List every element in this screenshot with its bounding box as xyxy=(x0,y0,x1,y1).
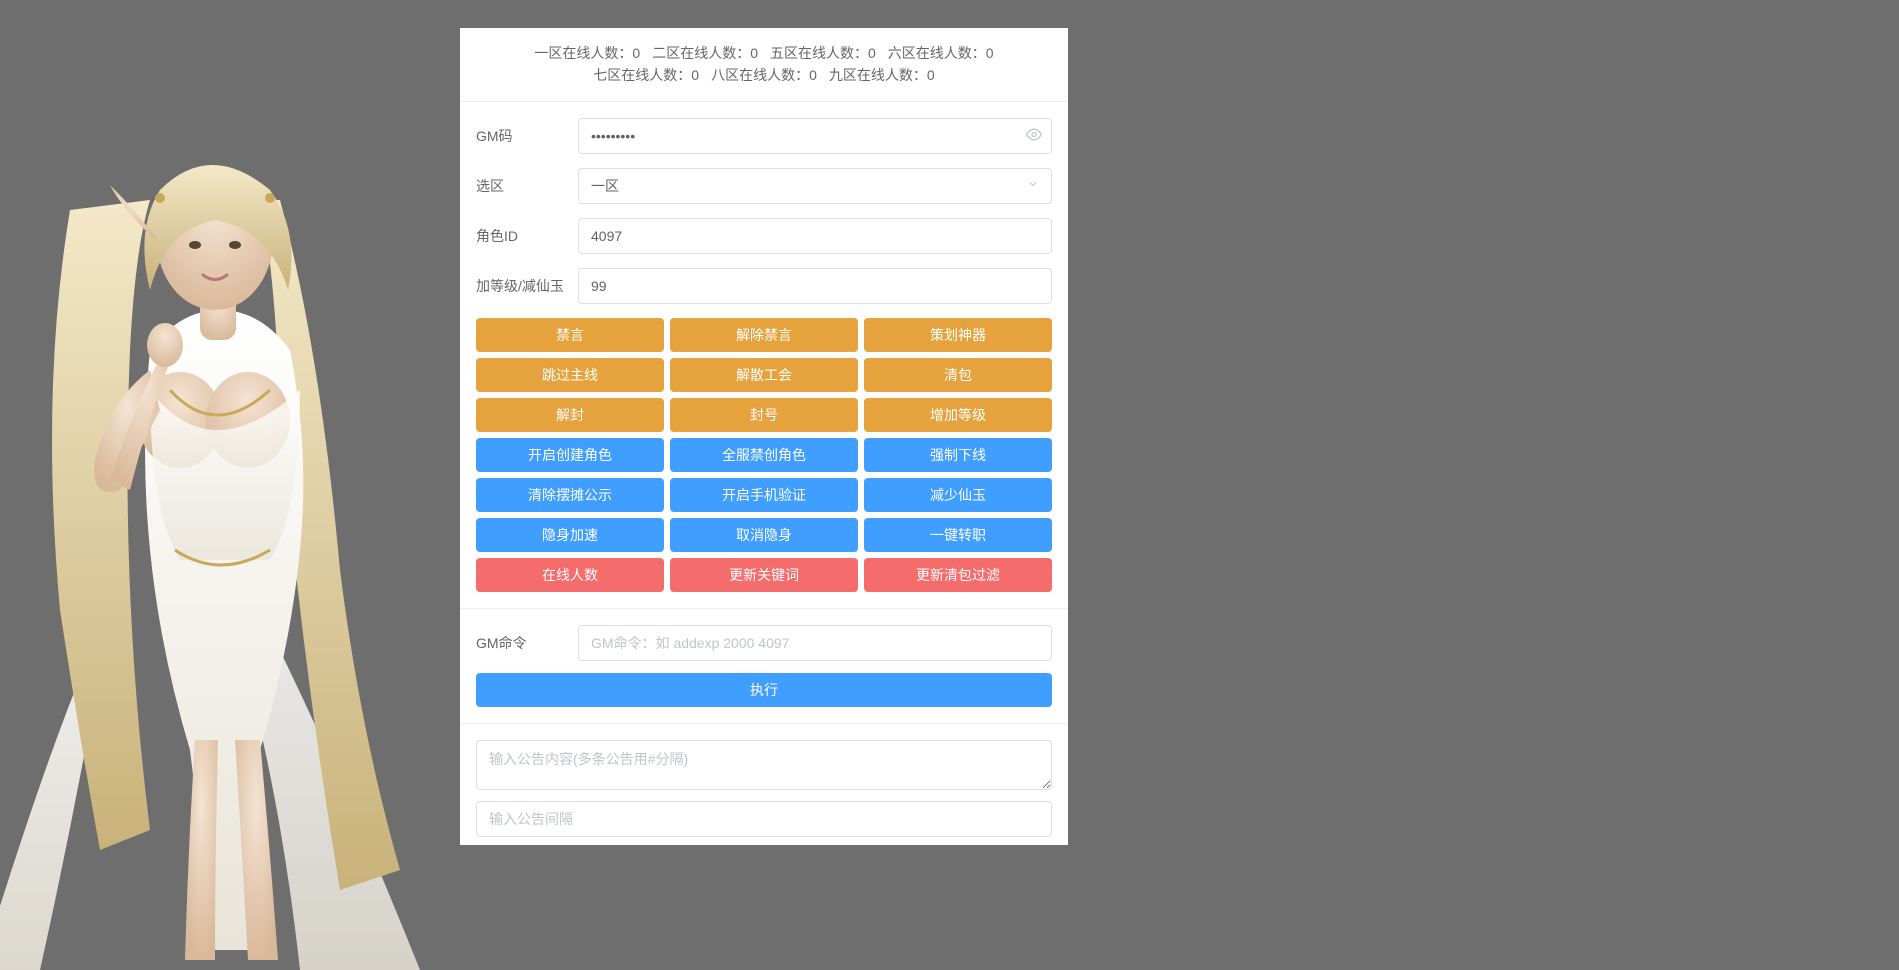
action-button[interactable]: 清包 xyxy=(864,358,1052,392)
action-button[interactable]: 取消隐身 xyxy=(670,518,858,552)
action-button[interactable]: 封号 xyxy=(670,398,858,432)
zone-select-value: 一区 xyxy=(591,176,619,196)
online-stat: 六区在线人数：0 xyxy=(888,42,994,64)
action-button[interactable]: 在线人数 xyxy=(476,558,664,592)
online-stat: 八区在线人数：0 xyxy=(711,64,817,86)
action-button[interactable]: 更新清包过滤 xyxy=(864,558,1052,592)
online-stat: 九区在线人数：0 xyxy=(829,64,935,86)
action-button[interactable]: 更新关键词 xyxy=(670,558,858,592)
form-section: GM码 选区 一区 角色ID xyxy=(460,102,1068,609)
gm-command-input[interactable] xyxy=(578,625,1052,661)
action-button[interactable]: 清除摆摊公示 xyxy=(476,478,664,512)
action-button[interactable]: 策划神器 xyxy=(864,318,1052,352)
action-button[interactable]: 强制下线 xyxy=(864,438,1052,472)
gm-command-section: GM命令 执行 xyxy=(460,609,1068,724)
decorative-character-figure xyxy=(0,90,440,970)
action-button[interactable]: 隐身加速 xyxy=(476,518,664,552)
admin-panel: 一区在线人数：0 二区在线人数：0 五区在线人数：0 六区在线人数：0 七区在线人数：0… xyxy=(460,28,1068,845)
action-button[interactable]: 一键转职 xyxy=(864,518,1052,552)
gm-command-label: GM命令 xyxy=(476,633,578,653)
action-button[interactable]: 减少仙玉 xyxy=(864,478,1052,512)
role-id-label: 角色ID xyxy=(476,226,578,246)
action-button[interactable]: 解除禁言 xyxy=(670,318,858,352)
online-stats-header: 一区在线人数：0 二区在线人数：0 五区在线人数：0 六区在线人数：0 七区在线人数：0… xyxy=(460,28,1068,102)
gm-code-label: GM码 xyxy=(476,126,578,146)
level-input[interactable] xyxy=(578,268,1052,304)
zone-label: 选区 xyxy=(476,176,578,196)
eye-icon[interactable] xyxy=(1026,126,1042,145)
online-stat: 五区在线人数：0 xyxy=(770,42,876,64)
online-stat: 一区在线人数：0 xyxy=(534,42,640,64)
action-button[interactable]: 增加等级 xyxy=(864,398,1052,432)
zone-select[interactable]: 一区 xyxy=(578,168,1052,204)
action-button[interactable]: 开启手机验证 xyxy=(670,478,858,512)
action-button-grid: 禁言解除禁言策划神器跳过主线解散工会清包解封封号增加等级开启创建角色全服禁创角色… xyxy=(476,318,1052,592)
action-button[interactable]: 禁言 xyxy=(476,318,664,352)
online-stat: 七区在线人数：0 xyxy=(593,64,699,86)
action-button[interactable]: 跳过主线 xyxy=(476,358,664,392)
announcement-interval-input[interactable] xyxy=(476,801,1052,837)
chevron-down-icon xyxy=(1027,178,1039,193)
action-button[interactable]: 解封 xyxy=(476,398,664,432)
gm-code-input[interactable] xyxy=(578,118,1052,154)
announcement-section xyxy=(460,724,1068,845)
action-button[interactable]: 开启创建角色 xyxy=(476,438,664,472)
action-button[interactable]: 全服禁创角色 xyxy=(670,438,858,472)
online-stat: 二区在线人数：0 xyxy=(652,42,758,64)
announcement-content-input[interactable] xyxy=(476,740,1052,790)
execute-button[interactable]: 执行 xyxy=(476,673,1052,707)
action-button[interactable]: 解散工会 xyxy=(670,358,858,392)
level-label: 加等级/减仙玉 xyxy=(476,276,578,296)
role-id-input[interactable] xyxy=(578,218,1052,254)
